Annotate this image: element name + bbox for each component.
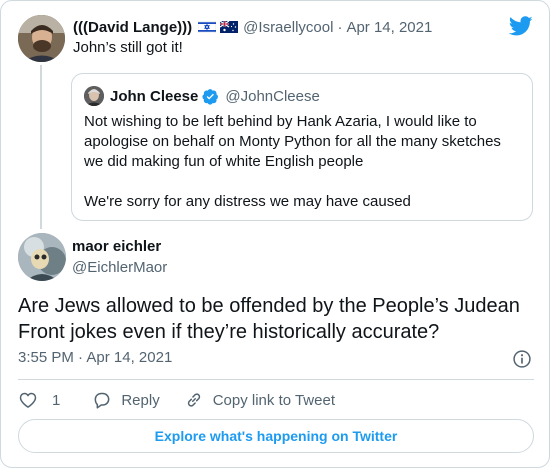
copy-link-button[interactable]: Copy link to Tweet xyxy=(184,390,335,410)
tweet-timestamp[interactable]: 3:55 PM · Apr 14, 2021 xyxy=(18,349,172,366)
like-count: 1 xyxy=(52,391,61,409)
twitter-bird-icon[interactable] xyxy=(509,14,533,38)
parent-display-name[interactable]: (((David Lange))) xyxy=(73,19,192,36)
australia-flag-icon xyxy=(220,21,239,33)
tweet-time: 3:55 PM xyxy=(18,349,74,366)
tweet-actions: 1 Reply Copy link to Tweet xyxy=(18,389,335,411)
quoted-tweet[interactable]: John Cleese @JohnCleese Not wishing to b… xyxy=(71,73,533,221)
link-icon xyxy=(187,393,200,407)
copy-link-label: Copy link to Tweet xyxy=(212,391,335,409)
like-button[interactable]: 1 xyxy=(18,390,60,410)
reply-label: Reply xyxy=(121,391,160,409)
israel-flag-icon xyxy=(198,21,217,33)
divider xyxy=(18,379,534,380)
main-text-line: Are Jews allowed to be offended by the P… xyxy=(18,295,520,317)
parent-tweet-text: John’s still got it! xyxy=(73,39,183,56)
quoted-text-line: apologise on behalf on Monty Python for … xyxy=(84,133,501,150)
quoted-avatar xyxy=(84,86,104,106)
separator-dot: · xyxy=(337,18,343,36)
info-icon[interactable] xyxy=(512,349,532,369)
quoted-tweet-text: Not wishing to be left behind by Hank Az… xyxy=(84,112,524,212)
reply-button[interactable]: Reply xyxy=(92,390,160,410)
separator-dot: · xyxy=(78,349,84,366)
reply-icon xyxy=(94,392,110,409)
parent-tweet-header: (((David Lange))) @Israellycool · Apr 14… xyxy=(73,17,432,37)
main-display-name[interactable]: maor eichler xyxy=(72,238,161,255)
quoted-text-paragraph: We're sorry for any distress we may have… xyxy=(84,193,411,210)
explore-twitter-button[interactable]: Explore what's happening on Twitter xyxy=(18,419,534,453)
parent-avatar[interactable] xyxy=(18,15,65,62)
verified-badge-icon xyxy=(202,88,219,105)
parent-date[interactable]: Apr 14, 2021 xyxy=(346,19,432,36)
quoted-display-name: John Cleese xyxy=(110,87,199,105)
tweet-date: Apr 14, 2021 xyxy=(86,349,173,366)
thread-connector-line xyxy=(40,65,42,229)
parent-handle[interactable]: @Israellycool xyxy=(243,19,333,36)
quoted-text-line: we did making fun of white English peopl… xyxy=(84,153,364,170)
heart-icon xyxy=(19,392,37,408)
main-avatar[interactable] xyxy=(18,233,66,281)
main-text-line: Front jokes even if they’re historically… xyxy=(18,321,440,343)
embedded-tweet-card: (((David Lange))) @Israellycool · Apr 14… xyxy=(0,0,550,468)
quoted-tweet-header: John Cleese @JohnCleese xyxy=(110,85,320,107)
main-handle[interactable]: @EichlerMaor xyxy=(72,259,167,276)
quoted-handle: @JohnCleese xyxy=(225,87,320,105)
quoted-text-line: Not wishing to be left behind by Hank Az… xyxy=(84,113,477,130)
main-tweet-text: Are Jews allowed to be offended by the P… xyxy=(18,293,538,345)
